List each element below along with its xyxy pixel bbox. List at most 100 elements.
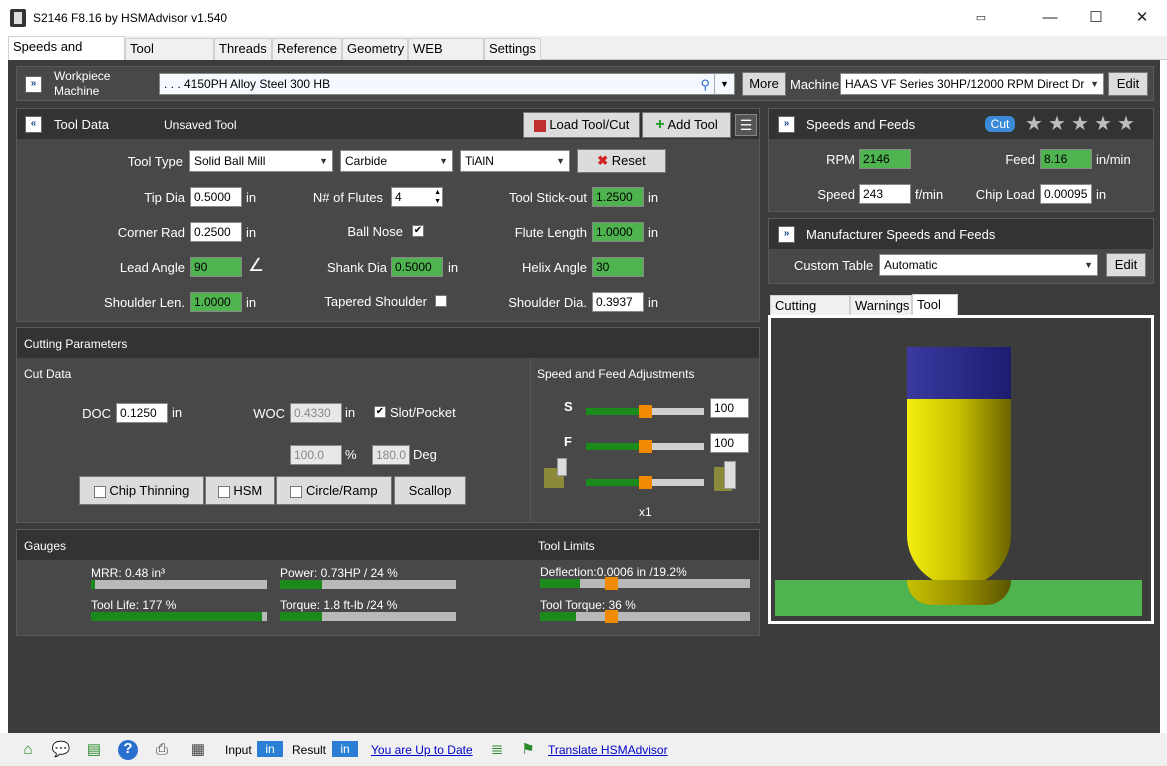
touch-keyboard-icon[interactable]: ▭	[958, 0, 1004, 36]
collapse-speeds-icon[interactable]: »	[778, 116, 795, 133]
add-tool-button[interactable]: + Add Tool	[642, 112, 731, 138]
machine-edit-button[interactable]: Edit	[1108, 72, 1148, 96]
doc-input[interactable]: 0.1250	[116, 403, 168, 423]
flutes-stepper[interactable]: 4 ▲ ▼	[391, 187, 443, 207]
lead-angle-input[interactable]: 90	[190, 257, 242, 277]
feed-adjust-input[interactable]: 100	[710, 433, 749, 453]
home-icon[interactable]: ⌂	[18, 741, 38, 759]
shoulder-len-input[interactable]: 1.0000	[190, 292, 242, 312]
rating-star-icon[interactable]: ★	[1048, 111, 1066, 136]
tab-warnings[interactable]: Warnings	[850, 295, 912, 316]
load-tool-button[interactable]: Load Tool/Cut	[523, 112, 640, 138]
coating-select[interactable]: TiAlN ▼	[460, 150, 570, 172]
woc-input[interactable]: 0.4330	[290, 403, 342, 423]
helix-angle-input[interactable]: 30	[592, 257, 644, 277]
slot-pocket-checkbox[interactable]: ✔	[374, 406, 386, 418]
print-icon[interactable]: ⎙	[152, 741, 172, 759]
scallop-button[interactable]: Scallop	[394, 476, 466, 505]
tab-threads[interactable]: Threads	[214, 38, 272, 60]
divider	[530, 358, 531, 522]
shank-dia-input[interactable]: 0.5000	[391, 257, 443, 277]
tool-type-select[interactable]: Solid Ball Mill ▼	[189, 150, 333, 172]
feed-input[interactable]: 8.16	[1040, 149, 1092, 169]
chip-thinning-button[interactable]: Chip Thinning	[79, 476, 204, 505]
rating-star-icon[interactable]: ★	[1025, 111, 1043, 136]
hsm-button[interactable]: HSM	[205, 476, 275, 505]
tool-material-select[interactable]: Carbide ▼	[340, 150, 453, 172]
corner-rad-input[interactable]: 0.2500	[190, 222, 242, 242]
close-button[interactable]: ✕	[1119, 0, 1165, 36]
reset-button[interactable]: ✖ Reset	[577, 149, 666, 173]
adjustments-title: Speed and Feed Adjustments	[537, 367, 695, 381]
speed-adjust-input[interactable]: 100	[710, 398, 749, 418]
chip-load-input[interactable]: 0.00095	[1040, 184, 1092, 204]
tab-tool[interactable]: Tool	[912, 294, 958, 316]
custom-table-select[interactable]: Automatic ▼	[879, 254, 1098, 276]
tool-data-panel: « Tool Data Unsaved Tool Load Tool/Cut +…	[16, 108, 760, 322]
feed-slider-thumb[interactable]	[639, 440, 652, 453]
wear-adjust-slider[interactable]	[586, 476, 704, 489]
maximize-button[interactable]: ☐	[1073, 0, 1119, 36]
speed-label: Speed	[817, 187, 855, 202]
collapse-manufacturer-icon[interactable]: »	[778, 226, 795, 243]
search-icon[interactable]: ⚲	[700, 75, 710, 94]
hsm-checkbox[interactable]	[217, 485, 230, 498]
rating-star-icon[interactable]: ★	[1071, 111, 1089, 136]
feed-adjust-slider[interactable]	[586, 440, 704, 453]
table-edit-button[interactable]: Edit	[1106, 253, 1146, 277]
machine-select[interactable]: HAAS VF Series 30HP/12000 RPM Direct Dr …	[840, 73, 1104, 95]
rating-star-icon[interactable]: ★	[1094, 111, 1112, 136]
tab-tool-database[interactable]: Tool Database	[125, 38, 214, 76]
collapse-workpiece-icon[interactable]: »	[25, 76, 42, 93]
material-search-input[interactable]: . . . 4150PH Alloy Steel 300 HB ⚲ ▼	[159, 73, 735, 95]
flutes-value: 4	[395, 190, 402, 204]
shoulder-dia-input[interactable]: 0.3937	[592, 292, 644, 312]
chat-icon[interactable]: 💬	[51, 741, 71, 759]
engagement-angle-input[interactable]: 180.0	[372, 445, 410, 465]
tab-geometry[interactable]: Geometry	[342, 38, 408, 60]
wear-slider-thumb[interactable]	[639, 476, 652, 489]
tab-web-pages[interactable]: WEB Pages	[408, 38, 484, 76]
help-icon[interactable]: ?	[118, 740, 138, 760]
translate-link[interactable]: Translate HSMAdvisor	[548, 743, 668, 757]
speeds-feeds-panel: » Speeds and Feeds Cut ★ ★ ★ ★ ★ RPM 214…	[768, 108, 1154, 212]
tab-reference[interactable]: Reference	[272, 38, 342, 60]
tool-tip-engaged	[907, 580, 1011, 605]
chevron-down-icon: ▼	[1084, 260, 1093, 270]
ball-nose-checkbox[interactable]: ✔	[412, 225, 424, 237]
notes-icon[interactable]: ▦	[188, 741, 208, 759]
shoulder-dia-unit: in	[648, 295, 659, 310]
material-dropdown-icon[interactable]: ▼	[714, 74, 734, 94]
stickout-input[interactable]: 1.2500	[592, 187, 644, 207]
collapse-tool-data-icon[interactable]: «	[25, 116, 42, 133]
update-status-link[interactable]: You are Up to Date	[371, 743, 473, 757]
result-units-toggle[interactable]: in	[332, 741, 358, 757]
database-icon[interactable]: ≣	[487, 741, 507, 759]
input-units-toggle[interactable]: in	[257, 741, 283, 757]
tool-life-gauge-fill	[91, 612, 262, 621]
tip-dia-input[interactable]: 0.5000	[190, 187, 242, 207]
menu-icon[interactable]: ☰	[735, 114, 757, 136]
rating-star-icon[interactable]: ★	[1117, 111, 1135, 136]
tab-speeds-and-feeds[interactable]: Speeds and Feeds	[8, 36, 125, 74]
power-gauge-fill	[280, 580, 323, 589]
circle-ramp-checkbox[interactable]	[290, 485, 303, 498]
speed-slider-thumb[interactable]	[639, 405, 652, 418]
circle-ramp-button[interactable]: Circle/Ramp	[276, 476, 392, 505]
stepper-arrows-icon[interactable]: ▲ ▼	[434, 188, 441, 206]
more-button[interactable]: More	[742, 72, 786, 96]
work-area: » Workpiece Machine . . . 4150PH Alloy S…	[8, 60, 1160, 733]
tab-settings[interactable]: Settings	[484, 38, 541, 60]
rpm-input[interactable]: 2146	[859, 149, 911, 169]
tab-cutting-data[interactable]: Cutting Data	[770, 295, 850, 332]
flag-icon[interactable]: ⚑	[518, 741, 538, 759]
speed-adjust-slider[interactable]	[586, 405, 704, 418]
coating-value: TiAlN	[465, 154, 494, 168]
flute-length-input[interactable]: 1.0000	[592, 222, 644, 242]
tapered-shoulder-checkbox[interactable]	[435, 295, 447, 307]
woc-percent-input[interactable]: 100.0	[290, 445, 342, 465]
message-icon[interactable]: ▤	[84, 741, 104, 759]
chip-thinning-checkbox[interactable]	[93, 485, 106, 498]
minimize-button[interactable]: —	[1027, 0, 1073, 36]
speed-input[interactable]: 243	[859, 184, 911, 204]
